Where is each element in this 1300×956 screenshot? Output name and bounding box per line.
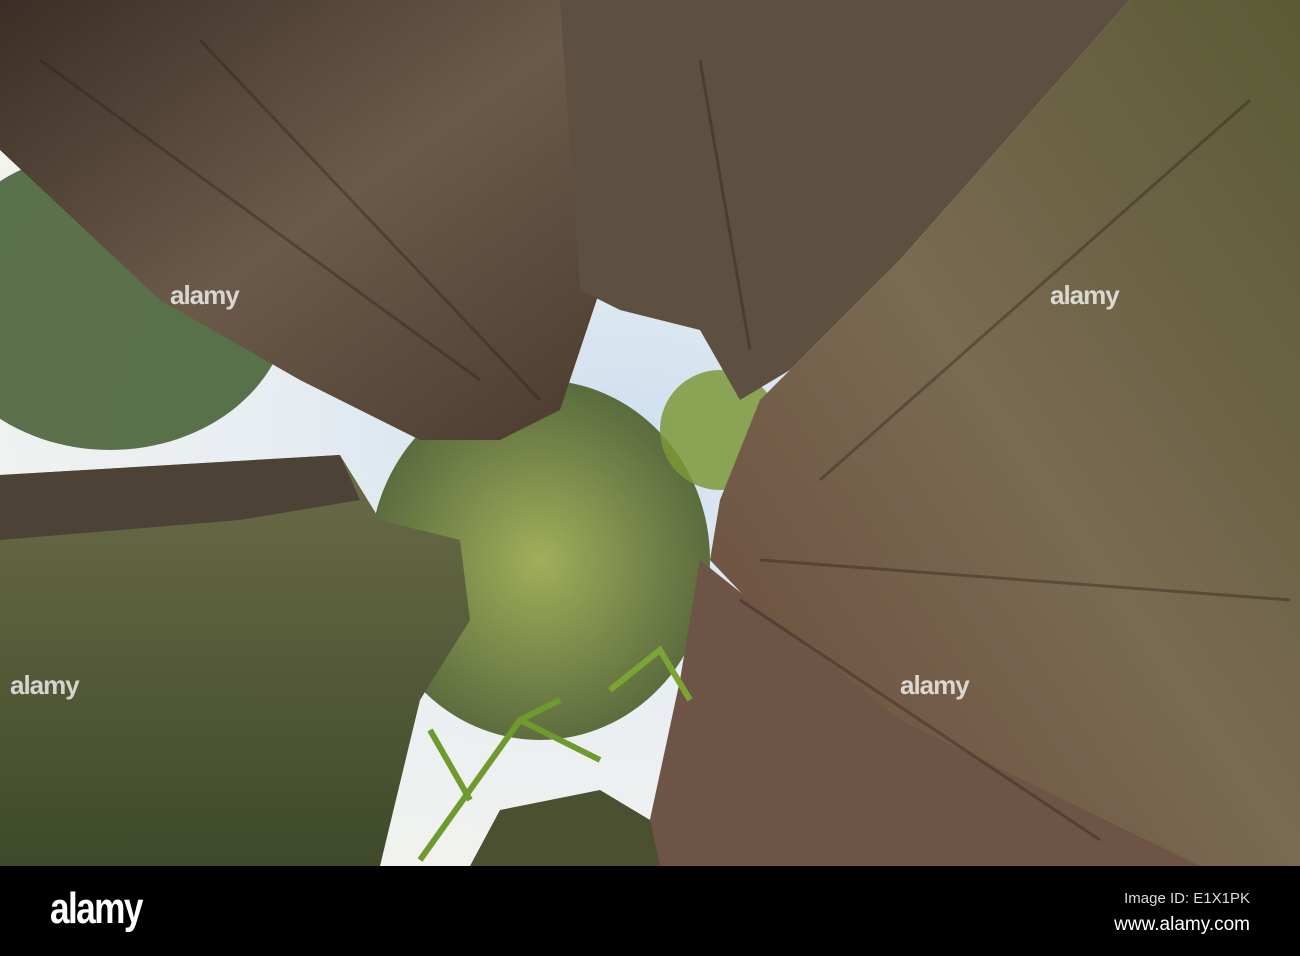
watermark: alamy <box>10 670 80 700</box>
photo-looking-up-redwood-trunks <box>0 0 1300 866</box>
site-url: www.alamy.com <box>1114 914 1250 935</box>
watermark: alamy <box>1050 280 1120 310</box>
watermark: alamy <box>900 670 970 700</box>
image-id: Image ID: E1X1PK <box>1124 890 1250 907</box>
watermark-footer: alamy Image ID: E1X1PK www.alamy.com <box>0 866 1300 956</box>
alamy-logo: alamy <box>50 884 143 933</box>
watermark: alamy <box>170 280 240 310</box>
